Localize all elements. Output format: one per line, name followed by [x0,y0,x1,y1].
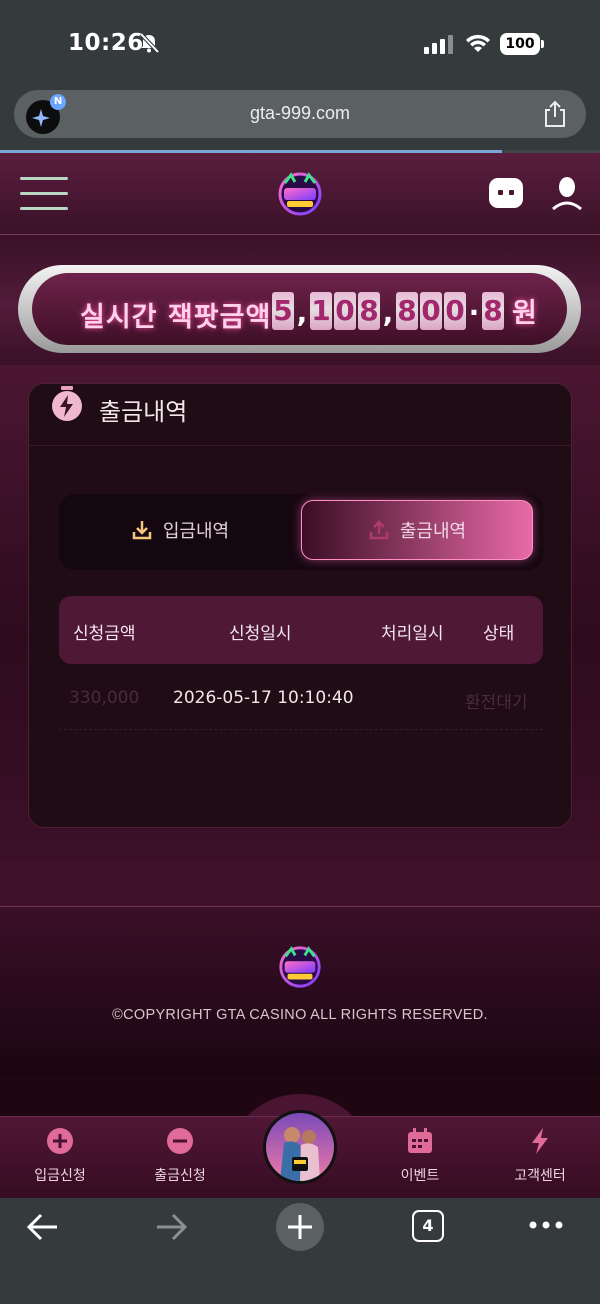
header-requested: 신청일시 [229,624,292,644]
jackpot-digit: 8 [482,291,504,330]
header-status: 상태 [483,624,515,644]
table-row: 330,000 2026-05-17 10:10:40 환전대기 [59,674,543,730]
upload-icon [369,520,389,540]
nav-withdraw[interactable]: 출금신청 [130,1127,230,1185]
share-icon[interactable] [542,100,568,128]
cell-status: 환전대기 [465,693,528,713]
cell-requested: 2026-05-17 10:10:40 [173,688,354,708]
gta-casino-logo[interactable] [275,169,325,219]
url-text[interactable]: gta-999.com [14,103,586,124]
jackpot-separator: , [296,295,308,329]
forward-arrow-icon[interactable] [154,1212,188,1242]
tabs-button[interactable]: 4 [412,1210,444,1242]
tab-withdraw-label: 출금내역 [399,521,467,542]
tab-deposit-label: 입금내역 [162,521,230,542]
tab-deposit-history[interactable]: 입금내역 [63,500,297,560]
jackpot-area: 실시간 잭팟금액 5 , 1 0 8 , 8 0 0 · 8 원 [0,235,600,365]
jackpot-digit: 5 [272,291,294,330]
chat-button[interactable] [489,178,523,208]
menu-button[interactable] [20,177,68,213]
panel-title: 출금내역 [99,398,188,426]
copyright-text: ©COPYRIGHT GTA CASINO ALL RIGHTS RESERVE… [112,1007,488,1023]
jackpot-unit: 원 [512,298,537,329]
stopwatch-lightning-icon [52,386,82,421]
back-arrow-icon[interactable] [26,1212,60,1242]
clock: 10:26 [68,30,144,56]
site-footer: ©COPYRIGHT GTA CASINO ALL RIGHTS RESERVE… [0,907,600,1075]
nav-events[interactable]: 이벤트 [370,1127,470,1185]
header-amount: 신청금액 [73,624,136,644]
nav-withdraw-label: 출금신청 [154,1168,206,1184]
user-profile-icon[interactable] [550,175,584,213]
jackpot-digit: 0 [420,291,442,330]
jackpot-separator: · [468,295,480,329]
bell-muted-icon [139,32,160,54]
jackpot-label: 실시간 잭팟금액 [80,302,272,333]
cell-amount: 330,000 [69,688,140,708]
browser-address-area: N gta-999.com [0,84,600,150]
battery-level: 100 [500,33,540,55]
address-bar[interactable]: N gta-999.com [14,90,586,138]
download-icon [132,521,152,540]
jackpot-amount: 5 , 1 0 8 , 8 0 0 · 8 원 [272,291,537,330]
history-tabs: 입금내역 출금내역 [59,494,543,570]
minus-circle-icon [167,1128,193,1154]
more-options-icon[interactable] [528,1220,564,1230]
jackpot-digit: 1 [310,291,332,330]
header-processed: 처리일시 [381,624,444,644]
jackpot-banner: 실시간 잭팟금액 5 , 1 0 8 , 8 0 0 · 8 원 [18,265,581,353]
plus-circle-icon [47,1128,73,1154]
home-avatar-button[interactable] [263,1110,337,1184]
nav-support-label: 고객센터 [514,1168,566,1184]
status-bar: 10:26 100 [0,0,600,84]
nav-deposit-label: 입금신청 [34,1168,86,1184]
lightning-icon [532,1128,548,1154]
jackpot-digit: 8 [358,291,380,330]
jackpot-separator: , [382,295,394,329]
withdrawal-history-panel: 출금내역 입금내역 출금내역 신청금액 신청일시 처리일시 상태 330,000… [28,383,572,828]
battery-indicator: 100 [500,33,544,55]
nav-events-label: 이벤트 [400,1168,440,1184]
calendar-icon [408,1128,432,1153]
character-avatar-image [266,1113,334,1181]
jackpot-digit: 8 [396,291,418,330]
panel-header: 출금내역 [29,384,571,446]
site-header [0,153,600,235]
gta-casino-footer-logo [279,946,321,988]
wifi-icon [466,34,490,52]
nav-deposit[interactable]: 입금신청 [10,1127,110,1185]
tab-withdraw-history[interactable]: 출금내역 [301,500,533,560]
nav-support[interactable]: 고객센터 [490,1127,590,1185]
table-header: 신청금액 신청일시 처리일시 상태 [59,596,543,664]
browser-toolbar: 4 [0,1198,600,1304]
jackpot-digit: 0 [444,291,466,330]
cellular-signal-icon [424,35,453,54]
jackpot-digit: 0 [334,291,356,330]
new-tab-icon[interactable] [275,1202,325,1252]
